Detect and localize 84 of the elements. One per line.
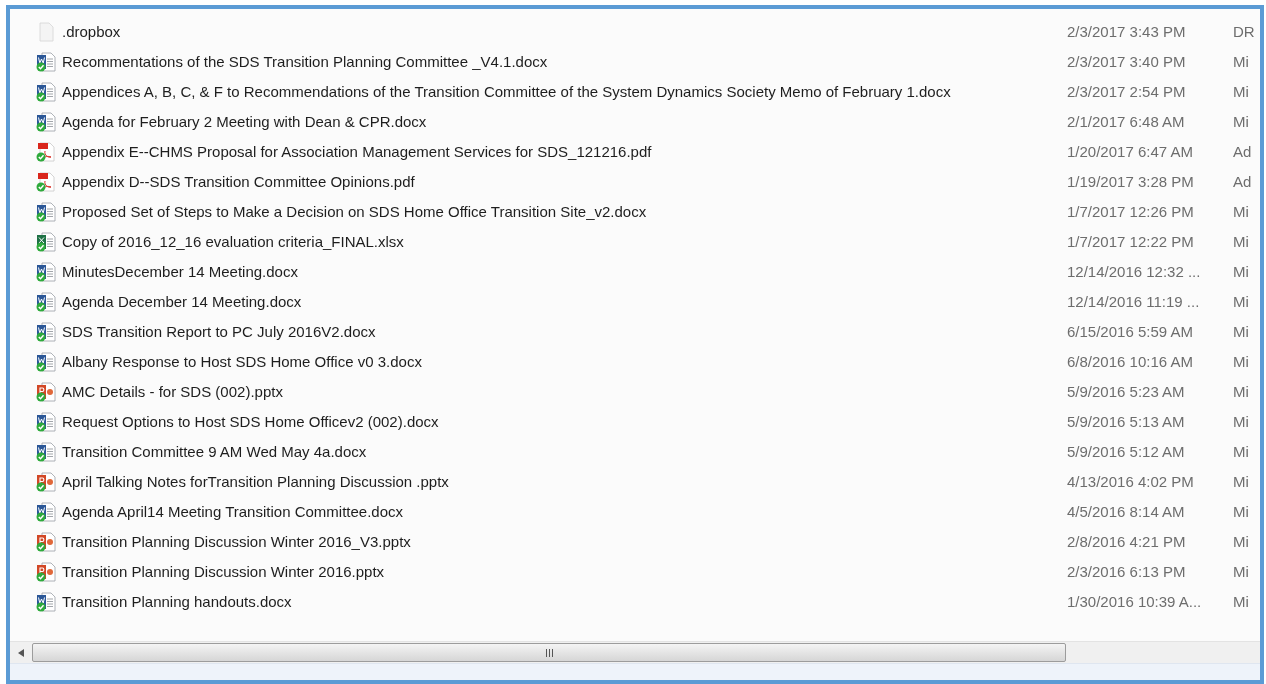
file-name[interactable]: Appendix D--SDS Transition Committee Opinions.pdf <box>62 170 1067 194</box>
date-modified: 5/9/2016 5:12 AM <box>1067 441 1186 462</box>
file-name[interactable]: Agenda for February 2 Meeting with Dean & CPR.docx <box>62 110 1067 134</box>
document-check-icon <box>36 322 56 342</box>
file-name[interactable]: MinutesDecember 14 Meeting.docx <box>62 260 1067 284</box>
document-check-icon <box>36 412 56 432</box>
date-modified: 1/30/2016 10:39 A... <box>1067 591 1203 612</box>
document-check-icon <box>36 502 56 522</box>
date-modified: 12/14/2016 12:32 ... <box>1067 261 1202 282</box>
document-check-icon <box>36 82 56 102</box>
date-modified: 5/9/2016 5:13 AM <box>1067 411 1186 432</box>
horizontal-scrollbar[interactable] <box>10 641 1260 663</box>
date-modified: 1/20/2017 6:47 AM <box>1067 141 1194 162</box>
file-type: Mi <box>1233 381 1249 402</box>
file-name[interactable]: Transition Planning Discussion Winter 2016.pptx <box>62 560 1067 584</box>
document-check-icon <box>36 262 56 282</box>
file-type: Mi <box>1233 531 1249 552</box>
file-type: Mi <box>1233 411 1249 432</box>
grip-icon <box>544 648 554 657</box>
file-type: Mi <box>1233 111 1249 132</box>
document-check-icon <box>36 202 56 222</box>
file-type: Mi <box>1233 261 1249 282</box>
file-type: Mi <box>1233 81 1249 102</box>
date-modified: 5/9/2016 5:23 AM <box>1067 381 1186 402</box>
date-modified: 4/5/2016 8:14 AM <box>1067 501 1186 522</box>
scroll-thumb[interactable] <box>32 643 1066 662</box>
file-name[interactable]: Transition Planning Discussion Winter 2016_V3.pptx <box>62 530 1067 554</box>
file-type: Mi <box>1233 231 1249 252</box>
spreadsheet-check-icon <box>36 232 56 252</box>
presentation-check-icon <box>36 532 56 552</box>
file-name[interactable]: Recommentations of the SDS Transition Planning Committee _V4.1.docx <box>62 50 1067 74</box>
file-name[interactable]: Appendices A, B, C, & F to Recommendations of the Transition Committee of the System Dynamics Society Memo of February 1.docx <box>62 80 1067 104</box>
file-name[interactable]: Agenda April14 Meeting Transition Committee.docx <box>62 500 1067 524</box>
document-check-icon <box>36 292 56 312</box>
date-modified: 1/19/2017 3:28 PM <box>1067 171 1195 192</box>
file-name[interactable]: Proposed Set of Steps to Make a Decision on SDS Home Office Transition Site_v2.docx <box>62 200 1067 224</box>
document-check-icon <box>36 352 56 372</box>
file-type: Ad <box>1233 141 1252 162</box>
file-name[interactable]: .dropbox <box>62 20 1067 44</box>
presentation-check-icon <box>36 472 56 492</box>
file-type: Mi <box>1233 561 1249 582</box>
date-modified: 1/7/2017 12:22 PM <box>1067 231 1195 252</box>
file-name[interactable]: Transition Planning handouts.docx <box>62 590 1067 614</box>
date-modified: 2/3/2017 3:43 PM <box>1067 21 1187 42</box>
file-type: Mi <box>1233 201 1249 222</box>
file-type: Mi <box>1233 321 1249 342</box>
file-name[interactable]: Request Options to Host SDS Home Officev2 (002).docx <box>62 410 1067 434</box>
file-type: Mi <box>1233 291 1249 312</box>
file-name[interactable]: April Talking Notes forTransition Planning Discussion .pptx <box>62 470 1067 494</box>
presentation-check-icon <box>36 382 56 402</box>
blank-file-icon <box>36 22 56 42</box>
date-modified: 4/13/2016 4:02 PM <box>1067 471 1195 492</box>
date-modified: 2/8/2016 4:21 PM <box>1067 531 1187 552</box>
file-type: DR <box>1233 21 1255 42</box>
file-type: Mi <box>1233 441 1249 462</box>
file-name[interactable]: Appendix E--CHMS Proposal for Association Management Services for SDS_121216.pdf <box>62 140 1067 164</box>
presentation-check-icon <box>36 562 56 582</box>
date-modified: 2/3/2017 2:54 PM <box>1067 81 1187 102</box>
pdf-file-icon <box>36 142 56 162</box>
date-modified: 6/8/2016 10:16 AM <box>1067 351 1194 372</box>
file-name[interactable]: SDS Transition Report to PC July 2016V2.docx <box>62 320 1067 344</box>
date-modified: 2/3/2016 6:13 PM <box>1067 561 1187 582</box>
file-name[interactable]: AMC Details - for SDS (002).pptx <box>62 380 1067 404</box>
date-modified: 12/14/2016 11:19 ... <box>1067 291 1201 312</box>
document-check-icon <box>36 112 56 132</box>
file-type: Mi <box>1233 591 1249 612</box>
file-name[interactable]: Albany Response to Host SDS Home Office v0 3.docx <box>62 350 1067 374</box>
document-check-icon <box>36 592 56 612</box>
file-name[interactable]: Transition Committee 9 AM Wed May 4a.docx <box>62 440 1067 464</box>
file-name[interactable]: Agenda December 14 Meeting.docx <box>62 290 1067 314</box>
file-type: Ad <box>1233 171 1252 192</box>
document-check-icon <box>36 52 56 72</box>
file-type: Mi <box>1233 351 1249 372</box>
file-type: Mi <box>1233 51 1249 72</box>
file-type: Mi <box>1233 471 1249 492</box>
file-name[interactable]: Copy of 2016_12_16 evaluation criteria_FINAL.xlsx <box>62 230 1067 254</box>
date-modified: 6/15/2016 5:59 AM <box>1067 321 1194 342</box>
pdf-file-icon <box>36 172 56 192</box>
left-arrow-icon <box>18 648 24 657</box>
file-type: Mi <box>1233 501 1249 522</box>
date-modified: 2/3/2017 3:40 PM <box>1067 51 1187 72</box>
date-modified: 2/1/2017 6:48 AM <box>1067 111 1186 132</box>
document-check-icon <box>36 442 56 462</box>
date-modified: 1/7/2017 12:26 PM <box>1067 201 1195 222</box>
